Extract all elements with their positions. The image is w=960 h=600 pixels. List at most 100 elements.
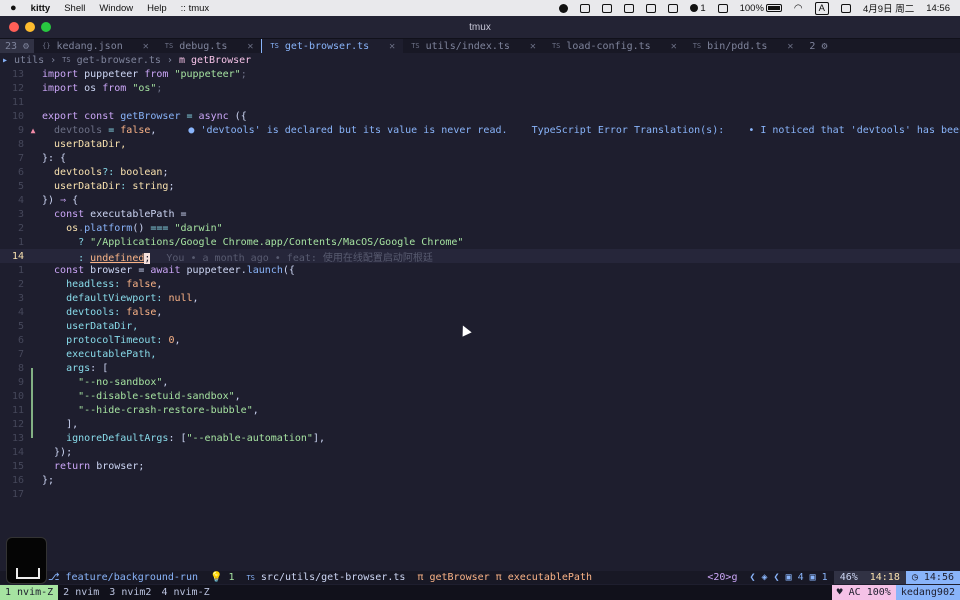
apple-icon[interactable]: ● <box>10 2 17 14</box>
gear-icon: ⚙ <box>821 40 828 52</box>
code-token: os <box>42 222 79 234</box>
gear-icon: ⚙ <box>23 40 30 52</box>
tmux-window-3[interactable]: 3 nvim2 <box>104 585 156 600</box>
code-token: "--no-sandbox" <box>42 376 163 388</box>
error-sign-icon: ▲ <box>30 125 36 135</box>
bulb-icon: 💡 <box>209 572 223 583</box>
wifi-icon[interactable]: ◠ <box>794 3 803 14</box>
code-token: os <box>78 82 103 94</box>
ts-file-icon: TS <box>246 573 255 582</box>
clipboard-icon[interactable] <box>602 3 613 13</box>
gear-icon[interactable] <box>646 3 657 13</box>
chevron-right-icon: › <box>166 54 173 66</box>
menu-window[interactable]: Window <box>99 3 133 14</box>
code-token: devtools <box>42 124 103 136</box>
breadcrumb-dir[interactable]: utils <box>14 55 44 66</box>
code-token: userDataDir <box>42 180 121 192</box>
close-icon[interactable]: ✕ <box>787 41 793 52</box>
window-title: tmux <box>469 21 491 33</box>
tab-debug-ts[interactable]: TS debug.ts ✕ <box>157 39 262 53</box>
record-icon[interactable] <box>559 3 569 13</box>
hint-icon: ▣ <box>809 572 816 583</box>
zoom-window-button[interactable] <box>41 22 51 32</box>
diagnostic-virtual-text: ● 'devtools' is declared but its value i… <box>188 124 960 136</box>
breadcrumb-file[interactable]: get-browser.ts <box>77 55 161 66</box>
code-token: false <box>120 124 151 136</box>
ts-file-icon: TS <box>692 42 702 50</box>
line-number: 14 <box>11 250 24 262</box>
close-icon[interactable]: ✕ <box>671 41 677 52</box>
code-line: 17 <box>0 487 960 501</box>
code-token: ?: <box>102 166 121 178</box>
close-icon[interactable]: ✕ <box>530 41 536 52</box>
bolt-icon[interactable] <box>668 3 679 13</box>
line-number: 17 <box>11 488 24 500</box>
traffic-lights <box>9 22 51 32</box>
code-token: const <box>42 208 85 220</box>
code-token: undefined <box>90 252 145 264</box>
shield-icon[interactable] <box>624 3 635 13</box>
code-token: async <box>198 110 229 122</box>
tmux-window-2[interactable]: 2 nvim <box>58 585 104 600</box>
code-line: 10 export const getBrowser = async ({ <box>0 109 960 123</box>
line-number: 10 <box>11 390 24 402</box>
breadcrumb-symbol[interactable]: getBrowser <box>191 55 251 66</box>
command-icon[interactable] <box>580 3 591 13</box>
heart-icon: ♥ <box>836 587 849 598</box>
tab-overflow[interactable]: 2 ⚙ <box>801 39 835 53</box>
input-method[interactable]: A <box>814 1 829 15</box>
code-line: 12 import os from "os"; <box>0 81 960 95</box>
code-token: getBrowser <box>114 110 181 122</box>
tmux-window-4[interactable]: 4 nvim-Z <box>156 585 214 600</box>
line-number: 14 <box>11 446 24 458</box>
code-token: ; <box>168 180 175 192</box>
line-number: 11 <box>11 404 24 416</box>
line-number: 5 <box>17 180 24 192</box>
tab-kedang-json[interactable]: {} kedang.json ✕ <box>34 39 157 53</box>
tab-bin-pdd-ts[interactable]: TS bin/pdd.ts ✕ <box>685 39 802 53</box>
function-icon: m <box>178 54 185 66</box>
tab-get-browser-ts[interactable]: TS get-browser.ts ✕ <box>261 39 404 53</box>
code-line: 7 executablePath, <box>0 347 960 361</box>
code-token: ; <box>162 166 169 178</box>
file-path[interactable]: TS src/utils/get-browser.ts <box>240 571 411 584</box>
tmux-window-1[interactable]: 1 nvim-Z <box>0 585 59 600</box>
menu-shell[interactable]: Shell <box>64 3 85 14</box>
close-window-button[interactable] <box>9 22 19 32</box>
line-number: 3 <box>17 208 24 220</box>
close-icon[interactable]: ✕ <box>389 41 395 52</box>
battery-status[interactable]: 100% <box>740 3 782 14</box>
chevron-left-icon: ❮ <box>749 572 756 583</box>
code-token: : <box>42 252 91 264</box>
chevron-left-icon: ❮ <box>773 572 780 583</box>
code-token: = <box>180 110 199 122</box>
wechat-icon[interactable] <box>717 3 728 13</box>
line-number: 13 <box>11 432 24 444</box>
code-editor[interactable]: 13 import puppeteer from "puppeteer"; 12 i… <box>0 67 960 567</box>
menu-help[interactable]: Help <box>147 3 167 14</box>
code-token: return <box>42 460 91 472</box>
floating-dock-icon[interactable] <box>6 537 47 584</box>
menu-app-name[interactable]: kitty <box>31 3 51 14</box>
lsp-status[interactable]: 💡 1 <box>204 571 240 584</box>
close-icon[interactable]: ✕ <box>143 41 149 52</box>
code-line: 16}; <box>0 473 960 487</box>
control-center-icon[interactable] <box>841 3 851 13</box>
tab-label: load-config.ts <box>566 40 651 52</box>
code-context: π getBrowser π executablePath <box>411 571 598 584</box>
menu-tmux[interactable]: :: tmux <box>181 3 210 14</box>
tab-load-config-ts[interactable]: TS load-config.ts ✕ <box>544 39 685 53</box>
close-icon[interactable]: ✕ <box>247 41 253 52</box>
terminal-icon <box>16 568 40 579</box>
tab-utils-index-ts[interactable]: TS utils/index.ts ✕ <box>403 39 544 53</box>
menubar-date[interactable]: 4月9日 周二 <box>863 1 914 15</box>
code-line: 2 os.platform() === "darwin" <box>0 221 960 235</box>
menubar-time[interactable]: 14:56 <box>926 3 950 14</box>
minimize-window-button[interactable] <box>25 22 35 32</box>
code-line: 2 headless: false, <box>0 277 960 291</box>
code-token: platform <box>84 222 133 234</box>
code-token: headless <box>42 278 115 290</box>
notification-status[interactable]: 1 <box>690 3 706 14</box>
code-token: "/Applications/Google Chrome.app/Content… <box>90 236 464 248</box>
line-number: 8 <box>17 362 24 374</box>
